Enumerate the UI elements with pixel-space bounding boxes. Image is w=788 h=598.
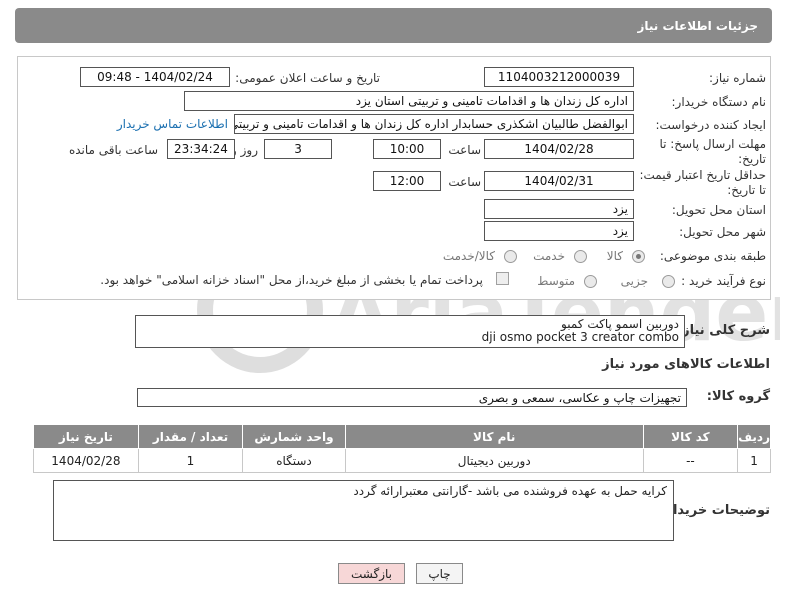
buyer-contact-link[interactable]: اطلاعات تماس خریدار xyxy=(117,117,228,131)
summary-line-2: dji osmo pocket 3 creator combo xyxy=(481,330,679,344)
treasury-payment-checkbox[interactable] xyxy=(496,272,509,285)
category-radio-service[interactable] xyxy=(574,250,587,263)
process-option-medium: متوسط xyxy=(537,274,575,288)
deadline-label-date: تاریخ: xyxy=(738,152,766,166)
goods-table: ردیف کد کالا نام کالا واحد شمارش تعداد /… xyxy=(33,424,771,473)
table-row[interactable]: 1 -- دوربین دیجیتال دستگاه 1 1404/02/28 xyxy=(33,448,771,473)
remaining-time-field[interactable]: 23:34:24 xyxy=(167,139,235,159)
summary-label: شرح کلی نیاز: xyxy=(676,323,770,338)
deadline-date-field[interactable]: 1404/02/28 xyxy=(484,139,634,159)
goods-group-field[interactable]: تجهیزات چاپ و عکاسی، سمعی و بصری xyxy=(137,388,687,407)
col-row: ردیف xyxy=(737,424,771,449)
deadline-time-label: ساعت xyxy=(448,143,481,157)
col-code: کد کالا xyxy=(642,424,739,449)
category-radio-both[interactable] xyxy=(504,250,517,263)
need-number-label: شماره نیاز: xyxy=(709,71,766,85)
col-unit: واحد شمارش xyxy=(242,424,346,449)
need-number-field[interactable]: 1104003212000039 xyxy=(484,67,634,87)
days-field[interactable]: 3 xyxy=(264,139,332,159)
buyer-notes-text: کرایه حمل به عهده فروشنده می باشد -گاران… xyxy=(353,484,667,498)
cell-name: دوربین دیجیتال xyxy=(344,448,644,473)
buyer-notes-label: توضیحات خریدار: xyxy=(660,503,770,518)
validity-label: حداقل تاریخ اعتبار قیمت: xyxy=(639,168,766,182)
buyer-notes-textarea[interactable]: کرایه حمل به عهده فروشنده می باشد -گاران… xyxy=(53,480,674,541)
goods-group-label: گروه کالا: xyxy=(706,389,770,404)
cell-code: -- xyxy=(642,448,739,473)
print-button[interactable]: چاپ xyxy=(416,563,463,584)
page-title: جزئیات اطلاعات نیاز xyxy=(637,18,758,33)
announce-datetime-field[interactable]: 1404/02/24 - 09:48 xyxy=(80,67,230,87)
page-header: جزئیات اطلاعات نیاز xyxy=(15,8,772,43)
back-button[interactable]: بازگشت xyxy=(338,563,405,584)
category-radio-goods[interactable] xyxy=(632,250,645,263)
process-radio-medium[interactable] xyxy=(584,275,597,288)
validity-date-field[interactable]: 1404/02/31 xyxy=(484,171,634,191)
col-date: تاریخ نیاز xyxy=(33,424,139,449)
buyer-org-label: نام دستگاه خریدار: xyxy=(671,95,767,109)
validity-time-label: ساعت xyxy=(448,175,481,189)
category-label: طبقه بندی موضوعی: xyxy=(659,249,766,263)
remaining-label: ساعت باقی مانده xyxy=(68,143,158,157)
cell-unit: دستگاه xyxy=(242,448,346,473)
days-label: روز و xyxy=(231,143,258,157)
validity-label-date: تا تاریخ: xyxy=(727,183,766,197)
col-name: نام کالا xyxy=(344,424,644,449)
goods-info-title: اطلاعات کالاهای مورد نیاز xyxy=(602,357,770,372)
announce-label: تاریخ و ساعت اعلان عمومی: xyxy=(235,71,380,85)
col-quantity: تعداد / مقدار xyxy=(137,424,244,449)
process-radio-minor[interactable] xyxy=(662,275,675,288)
category-option-both: کالا/خدمت xyxy=(442,249,495,263)
cell-quantity: 1 xyxy=(137,448,244,473)
creator-label: ایجاد کننده درخواست: xyxy=(655,118,766,132)
creator-field[interactable]: ابوالفضل طالبیان اشکذری حسابدار اداره کل… xyxy=(234,114,634,134)
cell-date: 1404/02/28 xyxy=(33,448,139,473)
table-header-row: ردیف کد کالا نام کالا واحد شمارش تعداد /… xyxy=(33,424,771,449)
process-option-minor: جزیی xyxy=(620,274,648,288)
cell-row: 1 xyxy=(737,448,771,473)
category-option-service: خدمت xyxy=(533,249,565,263)
province-field[interactable]: یزد xyxy=(484,199,634,219)
payment-note: پرداخت تمام یا بخشی از مبلغ خرید،از محل … xyxy=(100,273,483,287)
deadline-label: مهلت ارسال پاسخ: تا xyxy=(659,137,766,151)
process-label: نوع فرآیند خرید : xyxy=(681,274,766,288)
validity-time-field[interactable]: 12:00 xyxy=(373,171,441,191)
city-field[interactable]: یزد xyxy=(484,221,634,241)
category-option-goods: کالا xyxy=(606,249,623,263)
summary-textarea[interactable]: دوربین اسمو پاکت کمبو dji osmo pocket 3 … xyxy=(135,315,685,348)
province-label: استان محل تحویل: xyxy=(671,203,766,217)
deadline-time-field[interactable]: 10:00 xyxy=(373,139,441,159)
buyer-org-field[interactable]: اداره کل زندان ها و اقدامات تامینی و ترب… xyxy=(184,91,634,111)
city-label: شهر محل تحویل: xyxy=(679,225,766,239)
